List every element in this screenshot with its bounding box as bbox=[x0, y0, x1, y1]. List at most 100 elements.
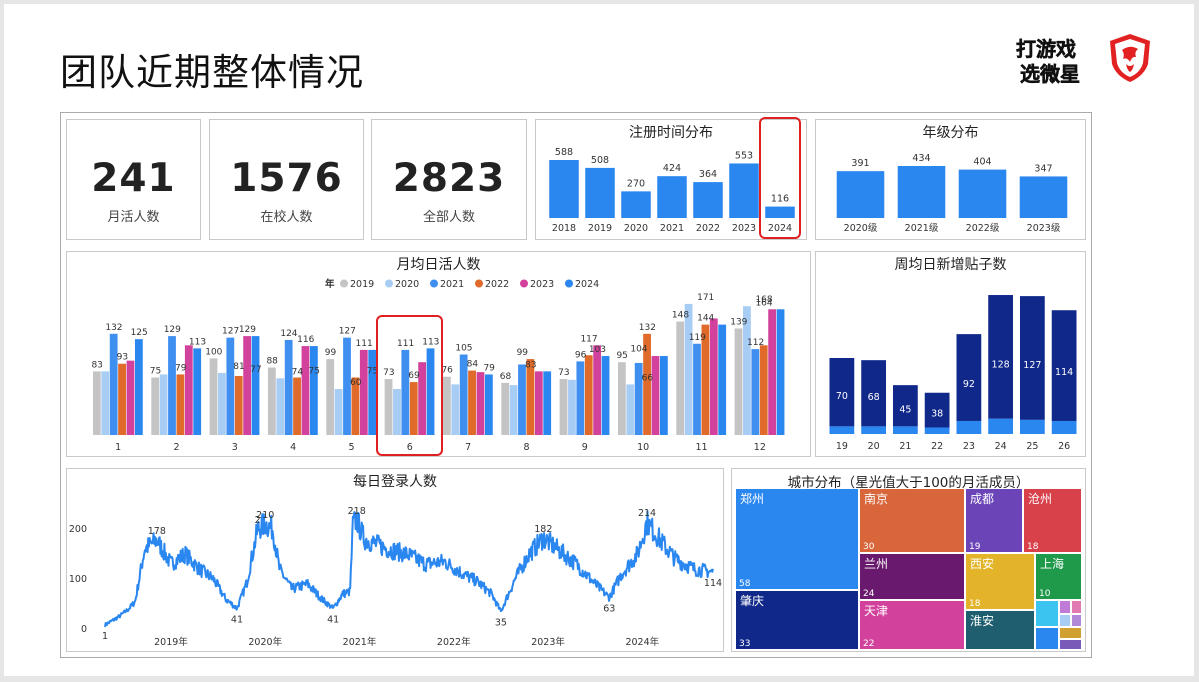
data-label: 35 bbox=[495, 618, 507, 629]
logo-line-2: 选微星 bbox=[1020, 62, 1080, 86]
data-label: 148 bbox=[672, 311, 689, 321]
bar-2024-m7 bbox=[484, 374, 493, 435]
bar-2020 bbox=[621, 191, 651, 218]
data-label: 116 bbox=[297, 335, 314, 345]
y-tick-label: 100 bbox=[69, 574, 87, 585]
data-label: 76 bbox=[441, 366, 453, 376]
data-label: 96 bbox=[575, 350, 587, 360]
data-label: 104 bbox=[630, 344, 647, 354]
legend-entry-2023: 2023 bbox=[530, 279, 554, 290]
treemap-small-cell bbox=[1072, 615, 1081, 626]
bar-2021 bbox=[657, 176, 687, 218]
tick-label: 3 bbox=[232, 442, 238, 453]
kpi-label: 全部人数 bbox=[422, 210, 475, 225]
x-tick-label: 2022年 bbox=[437, 636, 471, 648]
bar-2020-m7 bbox=[451, 384, 460, 435]
data-label: 75 bbox=[150, 367, 161, 377]
bar-2022-m9 bbox=[584, 355, 593, 435]
bar-2023级 bbox=[1019, 176, 1068, 218]
bar-2019-m8 bbox=[501, 382, 510, 435]
treemap-value: 30 bbox=[863, 542, 875, 552]
data-label: 119 bbox=[689, 333, 706, 343]
data-label: 99 bbox=[325, 348, 337, 358]
treemap-small-cell bbox=[1072, 601, 1081, 613]
x-tick-label: 2023年 bbox=[531, 636, 565, 648]
msi-dragon-icon bbox=[1110, 34, 1150, 82]
data-label: 75 bbox=[308, 367, 319, 377]
data-label: 74 bbox=[292, 367, 304, 377]
data-label: 164 bbox=[755, 298, 772, 308]
bar-2020-m1 bbox=[101, 371, 110, 435]
treemap-small-cell bbox=[1036, 628, 1058, 649]
tick-label: 8 bbox=[523, 442, 529, 453]
tick-label: 21 bbox=[899, 441, 911, 452]
data-label: 111 bbox=[356, 339, 373, 349]
data-label: 77 bbox=[250, 365, 261, 375]
tick-label: 2021级 bbox=[905, 222, 939, 234]
bar-2020级 bbox=[836, 171, 885, 218]
bar-week-24 bbox=[988, 295, 1014, 419]
data-label: 144 bbox=[697, 314, 714, 324]
logo-text: 打游戏 选微星 bbox=[996, 36, 1096, 86]
data-label: 588 bbox=[555, 147, 573, 158]
treemap-label: 兰州 bbox=[864, 557, 888, 571]
treemap-small-cell bbox=[1060, 640, 1081, 649]
bar-2023-m9 bbox=[593, 345, 602, 435]
tick-label: 10 bbox=[637, 442, 649, 453]
data-label: 38 bbox=[931, 408, 943, 419]
bar-2020-m8 bbox=[509, 385, 518, 435]
bar-2021-m3 bbox=[226, 337, 235, 435]
data-label: 125 bbox=[131, 328, 148, 338]
data-label: 1 bbox=[102, 631, 108, 642]
treemap-label: 淮安 bbox=[970, 613, 994, 628]
bar-base-week-19 bbox=[829, 426, 855, 434]
bar-2020-m5 bbox=[334, 389, 343, 435]
data-label: 79 bbox=[483, 363, 495, 373]
slide: 团队近期整体情况 打游戏 选微星 241 月活人数 1576 在校人数 2823… bbox=[4, 4, 1194, 676]
bar-2019 bbox=[585, 167, 615, 218]
bar-2023-m12 bbox=[768, 309, 777, 435]
kpi-value: 241 bbox=[91, 156, 176, 201]
bar-2022-m4 bbox=[293, 377, 301, 435]
bar-week-26 bbox=[1051, 310, 1077, 421]
legend-entry-2020: 2020 bbox=[395, 279, 419, 290]
chart-city-treemap: 城市分布（星光值大于100的月活成员） 郑州 58 肇庆 33 南京 30 兰州 24 天津 22… bbox=[731, 468, 1086, 652]
tick-label: 4 bbox=[290, 442, 296, 453]
bar-2022-m3 bbox=[234, 375, 243, 435]
tick-label: 2018 bbox=[552, 223, 576, 234]
data-label: 178 bbox=[148, 526, 166, 537]
bar-2022 bbox=[693, 182, 723, 218]
data-label: 391 bbox=[851, 158, 869, 169]
bar-base-week-23 bbox=[956, 420, 982, 434]
tick-label: 20 bbox=[868, 441, 880, 452]
data-label: 404 bbox=[973, 157, 991, 168]
data-label: 182 bbox=[534, 524, 552, 535]
data-label: 92 bbox=[963, 379, 975, 390]
data-label: 553 bbox=[735, 150, 753, 161]
data-label: 81 bbox=[233, 362, 244, 372]
treemap-value: 22 bbox=[863, 639, 874, 649]
bar-2023-m11 bbox=[709, 318, 718, 435]
treemap-value: 58 bbox=[739, 579, 751, 589]
data-label: 127 bbox=[1023, 360, 1041, 371]
kpi-value: 1576 bbox=[230, 156, 343, 201]
tick-label: 9 bbox=[582, 442, 588, 453]
data-label: 218 bbox=[348, 506, 366, 517]
bar-2021-m4 bbox=[284, 339, 293, 435]
bar-base-week-22 bbox=[924, 427, 950, 434]
tick-label: 2021 bbox=[660, 223, 684, 234]
data-label: 347 bbox=[1034, 163, 1052, 174]
data-label: 270 bbox=[627, 178, 645, 189]
highlight-june bbox=[376, 315, 443, 456]
bar-2024-m4 bbox=[309, 346, 318, 435]
data-label: 364 bbox=[699, 169, 717, 180]
bar-2023-m2 bbox=[184, 345, 193, 435]
treemap-label: 天津 bbox=[864, 604, 888, 618]
bar-2024-m8 bbox=[543, 371, 552, 435]
data-label: 127 bbox=[222, 327, 239, 337]
treemap-value: 24 bbox=[863, 589, 875, 599]
data-label: 41 bbox=[231, 615, 243, 626]
treemap-value: 18 bbox=[969, 599, 981, 609]
data-label: 117 bbox=[580, 334, 597, 344]
tick-label: 24 bbox=[995, 441, 1007, 452]
